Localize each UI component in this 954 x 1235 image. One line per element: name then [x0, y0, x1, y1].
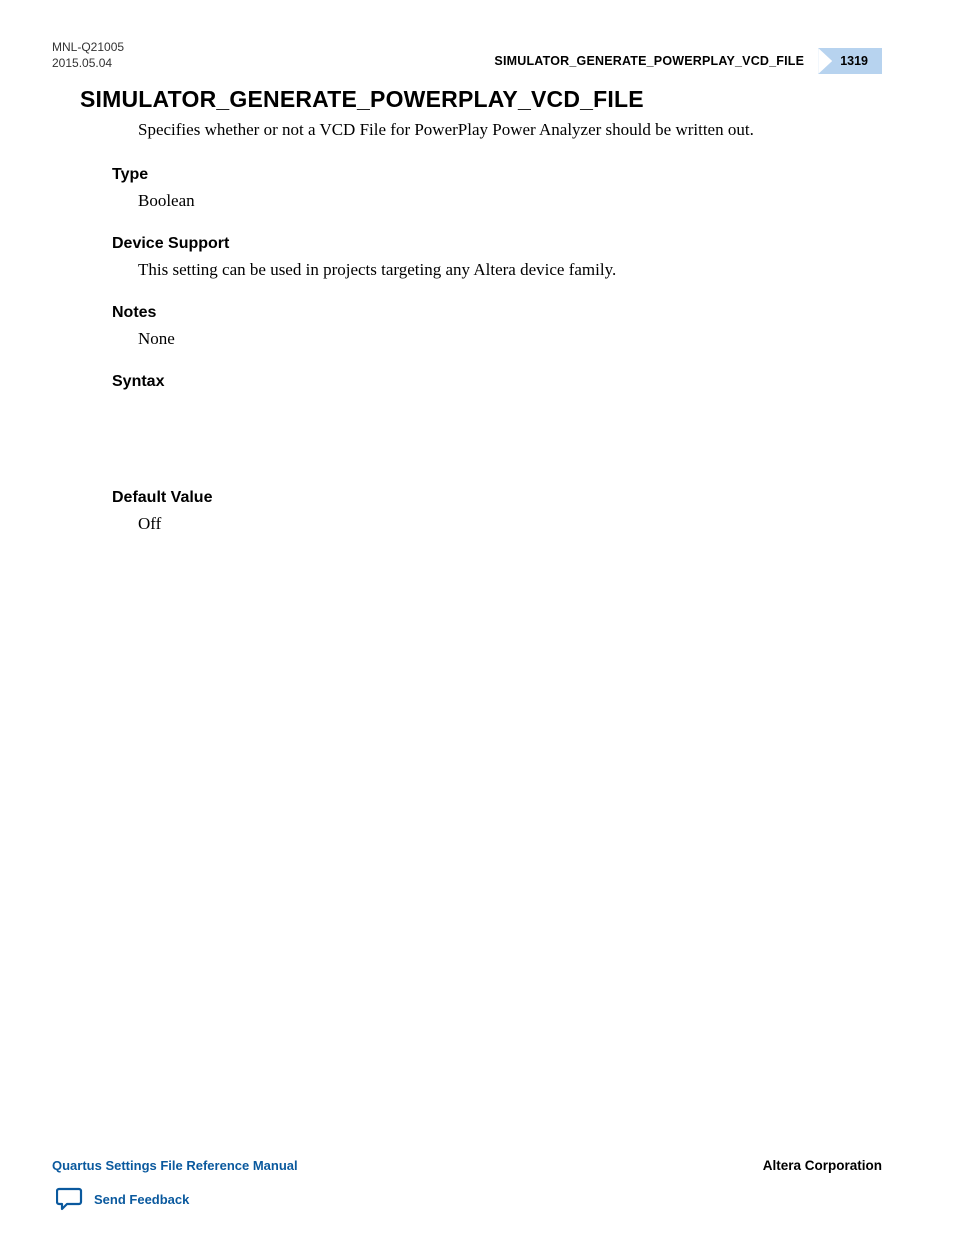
- page-title: SIMULATOR_GENERATE_POWERPLAY_VCD_FILE: [80, 86, 882, 113]
- section-body-device-support: This setting can be used in projects tar…: [138, 259, 882, 282]
- section-type: Type Boolean: [112, 166, 882, 213]
- speech-bubble-icon: [56, 1187, 84, 1211]
- doc-date: 2015.05.04: [52, 56, 124, 72]
- page: MNL-Q21005 2015.05.04 SIMULATOR_GENERATE…: [0, 0, 954, 1235]
- section-device-support: Device Support This setting can be used …: [112, 235, 882, 282]
- section-default-value: Default Value Off: [112, 489, 882, 536]
- syntax-body-empty: [112, 397, 882, 467]
- page-number-badge: 1319: [818, 48, 882, 74]
- content: SIMULATOR_GENERATE_POWERPLAY_VCD_FILE Sp…: [80, 86, 882, 558]
- doc-id: MNL-Q21005: [52, 40, 124, 56]
- section-body-notes: None: [138, 328, 882, 351]
- section-syntax: Syntax: [112, 373, 882, 467]
- section-heading-syntax: Syntax: [112, 373, 882, 391]
- section-body-type: Boolean: [138, 190, 882, 213]
- footer: Quartus Settings File Reference Manual A…: [52, 1158, 882, 1173]
- manual-title-link[interactable]: Quartus Settings File Reference Manual: [52, 1158, 298, 1173]
- company-name: Altera Corporation: [763, 1158, 882, 1173]
- section-body-default-value: Off: [138, 513, 882, 536]
- send-feedback-label: Send Feedback: [94, 1192, 189, 1207]
- section-heading-type: Type: [112, 166, 882, 184]
- section-heading-default-value: Default Value: [112, 489, 882, 507]
- running-title: SIMULATOR_GENERATE_POWERPLAY_VCD_FILE: [494, 54, 804, 68]
- section-heading-notes: Notes: [112, 304, 882, 322]
- header-right: SIMULATOR_GENERATE_POWERPLAY_VCD_FILE 13…: [494, 48, 882, 74]
- intro-paragraph: Specifies whether or not a VCD File for …: [138, 119, 882, 142]
- section-heading-device-support: Device Support: [112, 235, 882, 253]
- send-feedback-link[interactable]: Send Feedback: [56, 1187, 189, 1211]
- header-left: MNL-Q21005 2015.05.04: [52, 40, 124, 71]
- section-notes: Notes None: [112, 304, 882, 351]
